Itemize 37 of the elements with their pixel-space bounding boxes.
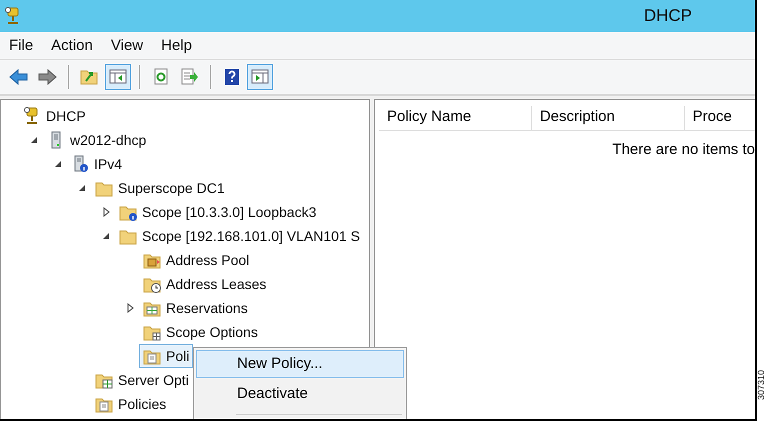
window-title: DHCP — [644, 6, 692, 26]
export-list-icon — [179, 67, 199, 87]
collapsed-caret-icon[interactable] — [125, 303, 135, 313]
tree-item[interactable]: Address Pool — [139, 248, 254, 272]
menu-item[interactable]: File — [6, 37, 36, 54]
tree-item[interactable]: Address Leases — [139, 272, 270, 296]
empty-message: There are no items to — [611, 141, 755, 158]
tree-item[interactable]: Server Opti — [91, 368, 193, 392]
toolbar-button[interactable] — [247, 64, 273, 90]
tree-item[interactable]: w2012-dhcp — [43, 128, 150, 152]
menu-item[interactable]: Action — [48, 37, 96, 54]
tree-item[interactable]: Scope Options — [139, 320, 262, 344]
tree-item[interactable]: DHCP — [19, 104, 90, 128]
figure-number: 307310 — [756, 370, 766, 400]
tree-item[interactable]: IPv4 — [67, 152, 126, 176]
tree-item[interactable]: Scope [10.3.3.0] Loopback3 — [115, 200, 320, 224]
column-header[interactable]: Proce — [684, 106, 755, 130]
column-header[interactable]: Description — [532, 106, 685, 130]
tree-item[interactable]: Policies — [91, 392, 170, 416]
menu-item[interactable]: View — [108, 37, 146, 54]
expanded-caret-icon[interactable] — [29, 135, 39, 145]
expanded-caret-icon[interactable] — [77, 183, 87, 193]
menu-item[interactable]: New Policy... — [196, 350, 404, 378]
help-icon — [222, 67, 242, 87]
tree-item[interactable]: Scope [192.168.101.0] VLAN101 S — [115, 224, 364, 248]
menu-item[interactable]: Deactivate — [196, 380, 404, 408]
tree-item[interactable]: Superscope DC1 — [91, 176, 229, 200]
menu-item[interactable]: Help — [158, 37, 195, 54]
forward-arrow-icon — [37, 67, 57, 87]
toolbar-button[interactable] — [105, 64, 131, 90]
column-header[interactable]: Policy Name — [379, 106, 532, 130]
tree-item[interactable]: Reservations — [139, 296, 252, 320]
tree-item[interactable]: Poli — [139, 344, 194, 368]
expanded-caret-icon[interactable] — [101, 231, 111, 241]
back-arrow-icon — [9, 67, 29, 87]
collapsed-caret-icon[interactable] — [101, 207, 111, 217]
expanded-caret-icon[interactable] — [53, 159, 63, 169]
